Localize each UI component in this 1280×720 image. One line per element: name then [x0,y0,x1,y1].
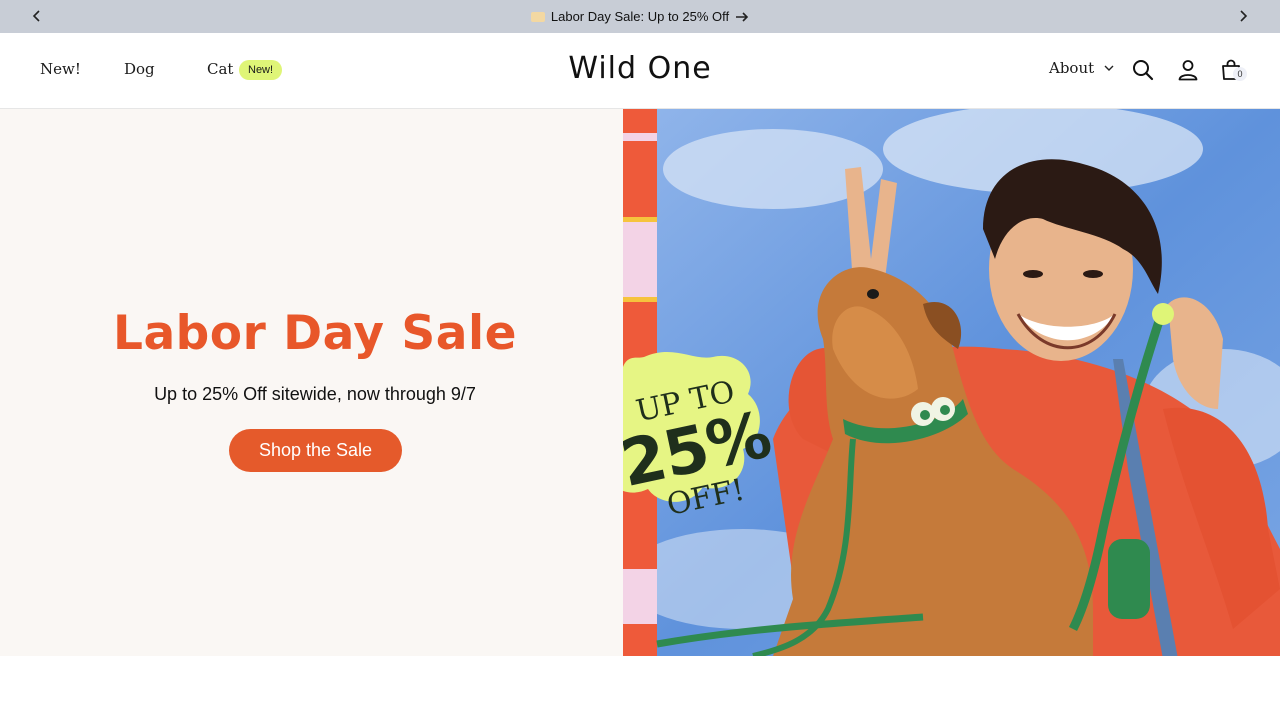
account-icon [1178,60,1198,81]
hero-banner: Labor Day Sale Up to 25% Off sitewide, n… [0,109,1280,656]
about-label: About [1049,59,1095,77]
chevron-right-icon [1240,10,1248,22]
about-menu[interactable]: About [1049,59,1114,77]
hero-title: Labor Day Sale [113,306,517,361]
announcement-next-button[interactable] [1233,6,1253,26]
cart-count-badge: 0 [1233,67,1247,81]
page-content-area [0,656,1280,720]
chevron-down-icon [1104,65,1114,71]
site-header: New! Dog Cat New! Wild One About [0,33,1280,109]
shop-sale-button[interactable]: Shop the Sale [229,429,402,472]
search-icon [1133,60,1154,81]
hero-subtitle: Up to 25% Off sitewide, now through 9/7 [154,384,476,404]
hero-image[interactable]: UP TO 25% OFF! [623,109,1280,656]
arrow-right-icon [736,11,749,22]
tag-emoji-icon [530,11,545,22]
account-button[interactable] [1176,58,1200,82]
announcement-bar: Labor Day Sale: Up to 25% Off [0,0,1280,33]
hero-text-panel: Labor Day Sale Up to 25% Off sitewide, n… [0,109,623,656]
announcement-link[interactable]: Labor Day Sale: Up to 25% Off [0,0,1280,33]
poop-bag-holder [1108,539,1150,619]
announcement-text: Labor Day Sale: Up to 25% Off [550,9,730,24]
search-button[interactable] [1131,58,1155,82]
